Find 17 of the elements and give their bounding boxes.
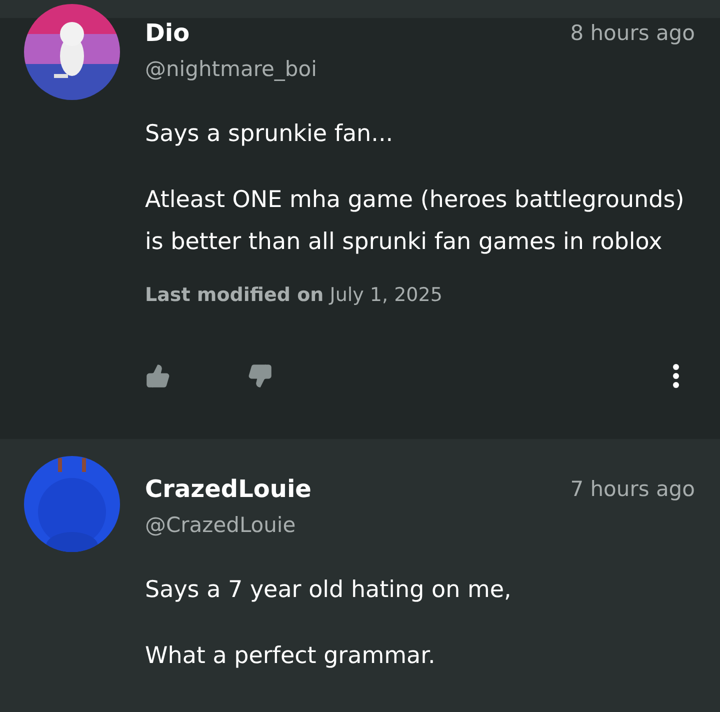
comment-text: What a perfect grammar.: [145, 642, 436, 671]
more-button[interactable]: [671, 362, 681, 390]
more-icon: [673, 364, 679, 388]
user-handle: @CrazedLouie: [145, 512, 297, 539]
comment-text: Atleast ONE mha game (heroes battlegrounds) is better than all sprunki fan games in roblox: [145, 186, 686, 257]
like-button[interactable]: [145, 363, 171, 389]
thumbs-up-icon: [145, 363, 171, 389]
thumbs-down-icon: [247, 363, 273, 389]
comment-text: Says a 7 year old hating on me,: [145, 576, 512, 605]
user-handle: @nightmare_boi: [145, 56, 318, 83]
comment-text: Says a sprunkie fan...: [145, 120, 394, 149]
modified-date: Last modified on July 1, 2025: [145, 283, 444, 308]
timestamp: 8 hours ago: [570, 20, 695, 47]
dislike-button[interactable]: [247, 363, 273, 389]
user-name: Dio: [145, 18, 190, 48]
user-name: CrazedLouie: [145, 474, 312, 504]
timestamp: 7 hours ago: [570, 476, 695, 503]
